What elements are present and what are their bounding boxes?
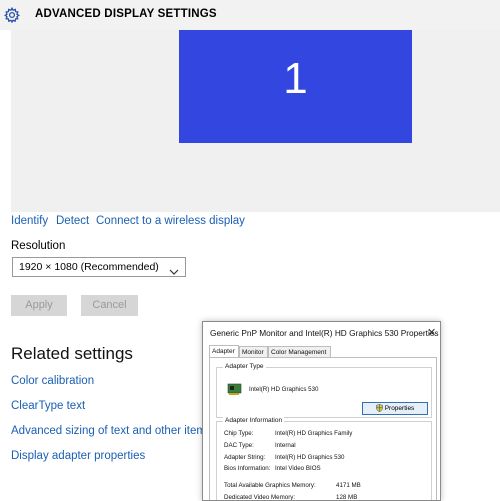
adapter-type-group: Adapter Type Intel(R) HD Graphics 530 Pr… (216, 363, 432, 418)
close-icon[interactable]: ✕ (427, 326, 436, 339)
gear-icon (4, 6, 20, 24)
tab-color-management[interactable]: Color Management (268, 346, 331, 357)
display-preview-area: 1 (11, 30, 500, 212)
advanced-sizing-link[interactable]: Advanced sizing of text and other items (11, 425, 212, 437)
tab-monitor[interactable]: Monitor (239, 346, 268, 357)
dac-type-label: DAC Type: (224, 442, 254, 449)
adapter-properties-dialog: Generic PnP Monitor and Intel(R) HD Grap… (202, 321, 441, 501)
chip-type-label: Chip Type: (224, 430, 254, 437)
adapter-tab-panel: Adapter Type Intel(R) HD Graphics 530 Pr… (209, 357, 437, 501)
total-memory-value: 4171 MB (336, 482, 361, 489)
resolution-dropdown[interactable]: 1920 × 1080 (Recommended) (12, 257, 186, 277)
graphics-card-icon (227, 382, 243, 396)
dialog-title: Generic PnP Monitor and Intel(R) HD Grap… (210, 328, 439, 338)
connect-wireless-display-link[interactable]: Connect to a wireless display (96, 215, 245, 227)
dedicated-memory-label: Dedicated Video Memory: (224, 494, 296, 501)
tab-adapter[interactable]: Adapter (209, 345, 239, 357)
adapter-name: Intel(R) HD Graphics 530 (249, 386, 319, 393)
resolution-value: 1920 × 1080 (Recommended) (19, 261, 159, 273)
adapter-properties-button[interactable]: Properties (362, 402, 428, 415)
page-title: ADVANCED DISPLAY SETTINGS (35, 8, 217, 20)
color-calibration-link[interactable]: Color calibration (11, 375, 94, 387)
dac-type-value: Internal (275, 442, 296, 449)
cleartype-text-link[interactable]: ClearType text (11, 400, 85, 412)
dialog-tabs: Adapter Monitor Color Management (209, 345, 437, 357)
monitor-1-tile[interactable]: 1 (179, 30, 412, 143)
adapter-information-title: Adapter Information (223, 417, 285, 424)
related-settings-heading: Related settings (11, 344, 133, 363)
apply-button[interactable]: Apply (11, 295, 67, 316)
adapter-type-title: Adapter Type (223, 363, 266, 370)
adapter-string-value: Intel(R) HD Graphics 530 (275, 454, 345, 461)
monitor-number: 1 (283, 54, 308, 103)
dedicated-memory-value: 128 MB (336, 494, 358, 501)
chip-type-value: Intel(R) HD Graphics Family (275, 430, 353, 437)
detect-link[interactable]: Detect (56, 215, 89, 227)
identify-link[interactable]: Identify (11, 215, 48, 227)
adapter-information-group: Adapter Information Chip Type: Intel(R) … (216, 417, 432, 501)
chevron-down-icon (169, 263, 179, 275)
adapter-string-label: Adapter String: (224, 454, 266, 461)
resolution-label: Resolution (11, 240, 66, 252)
shield-icon (375, 404, 383, 413)
bios-information-label: Bios Information: (224, 465, 271, 472)
bios-information-value: Intel Video BIOS (275, 465, 321, 472)
properties-button-label: Properties (384, 405, 415, 412)
title-bar: ADVANCED DISPLAY SETTINGS (0, 0, 500, 30)
total-memory-label: Total Available Graphics Memory: (224, 482, 316, 489)
cancel-button[interactable]: Cancel (81, 295, 138, 316)
display-adapter-properties-link[interactable]: Display adapter properties (11, 450, 145, 462)
